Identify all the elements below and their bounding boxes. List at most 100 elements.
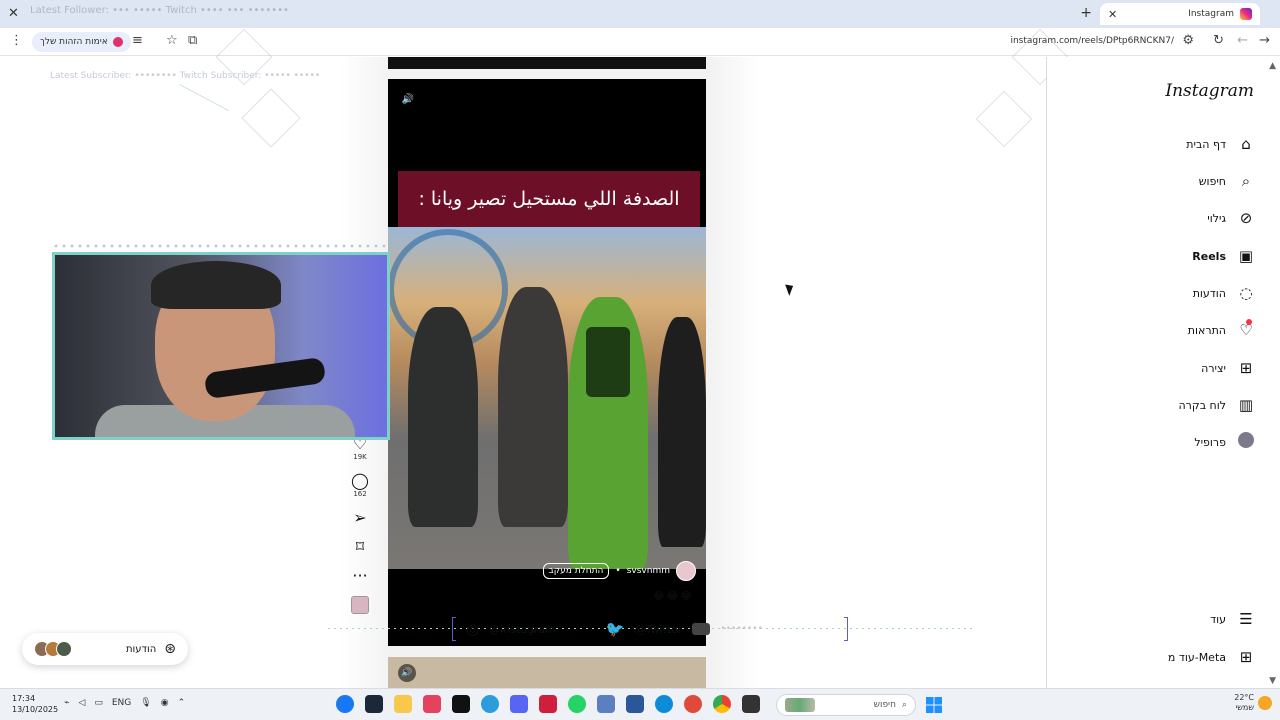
instagram-icon: ◎ [466,620,480,638]
edge-icon[interactable] [655,695,673,713]
stream-social-bar: ◎ @instagram 🐦 @Twitter •••••••• [452,616,848,642]
taskbar-clock[interactable]: 17:34 13/10/2025 [12,693,58,715]
search-thumbnail [785,698,815,712]
sidebar-item-dashboard[interactable]: לוח בקרה ▥ [1179,393,1257,417]
sidebar-item-more-meta[interactable]: עוד מ-Meta ⊞ [1168,645,1256,669]
sidebar-item-search[interactable]: חיפוש ⌕ [1199,169,1256,193]
follow-button[interactable]: התחלת מעקב [542,563,610,579]
instagram-handle: @instagram [489,622,556,636]
language-indicator[interactable]: ENG [112,698,131,708]
battery-icon[interactable]: ▭ [94,698,103,708]
tiktok-icon[interactable] [452,695,470,713]
steam-icon[interactable] [365,695,383,713]
scroll-up-icon[interactable]: ▲ [1269,61,1276,71]
app-blue-icon[interactable] [481,695,499,713]
sidebar-item-explore[interactable]: גילוי ⊘ [1207,206,1256,230]
instagram-favicon-icon [1240,8,1252,20]
close-window-icon[interactable]: ✕ [8,6,19,21]
save-action[interactable]: ⌑ [356,538,364,556]
home-icon: ⌂ [1241,135,1251,153]
bookmark-icon[interactable]: ⌑ [356,538,364,556]
author-avatar[interactable] [676,561,696,581]
site-settings-icon[interactable]: ⚙ [1182,33,1194,48]
comment-action[interactable]: ◯ 162 [351,472,369,499]
sidebar-item-messages[interactable]: הודעות ◌ [1193,281,1256,305]
mic-icon[interactable]: 🎙 [140,698,151,708]
weather-widget[interactable]: 22°C שמשי [1234,693,1272,713]
sidebar-item-reels[interactable]: Reels ▣ [1192,244,1256,268]
app-orange-icon[interactable] [684,695,702,713]
new-tab-button[interactable]: + [1080,5,1092,21]
sun-icon [1258,696,1272,710]
app-icon[interactable]: ◉ [161,698,169,708]
tray-expand-icon[interactable]: ⌃ [178,698,186,708]
instagram-reels-page: Latest Subscriber: •••••••• Twitch Subsc… [0,28,1280,688]
overlay-follower-text: Latest Follower: ••• ••••• Twitch •••• •… [30,5,289,16]
identity-pill[interactable]: אימות הזהות שלך [32,32,131,52]
back-icon[interactable]: → [1259,33,1270,48]
menu-dots-icon[interactable]: ⋮ [10,33,23,48]
twitter-handle: @Twitter [634,622,683,636]
bookmark-star-icon[interactable]: ☆ [166,33,178,48]
volume-icon[interactable]: ◁ [78,698,85,708]
reel-author: התחלת מעקב • svsvnmm [542,561,696,581]
calculator-icon[interactable] [597,695,615,713]
facebook-icon[interactable] [336,695,354,713]
streamer-cap [151,261,281,309]
more-icon[interactable]: ··· [352,567,367,585]
reload-icon[interactable]: ↻ [1213,33,1224,48]
identity-avatar-icon [112,37,123,47]
system-tray: ⌁ ◁ ▭ ENG 🎙 ◉ ⌃ [64,698,185,708]
reels-icon: ▣ [1238,247,1254,265]
search-icon: ⌕ [1241,172,1251,190]
search-placeholder: חיפוש [873,700,896,710]
browser-tab-instagram[interactable]: ✕ Instagram [1100,3,1260,25]
sidebar-item-home[interactable]: דף הבית ⌂ [1186,132,1256,156]
comment-icon[interactable]: ◯ [351,472,369,490]
create-icon: ⊞ [1239,359,1253,377]
scroll-down-icon[interactable]: ▼ [1269,676,1276,686]
overlay-diamond-decoration [975,90,1033,148]
chrome-icon[interactable] [713,695,731,713]
youtube-text: •••••••• [720,624,763,634]
reel-scene [388,227,706,569]
discord-icon[interactable] [510,695,528,713]
instagram-logo[interactable]: Instagram [1165,81,1254,101]
sidebar-item-profile[interactable]: פרופיל [1194,430,1256,454]
app-red-icon[interactable] [423,695,441,713]
sidebar-item-notifications[interactable]: התראות ♡ [1188,318,1256,342]
sound-toggle-icon[interactable]: 🔊 [398,89,418,109]
compass-icon: ⊘ [1239,209,1253,227]
app-a-icon[interactable] [539,695,557,713]
messages-pill[interactable]: הודעות ⊛ [22,633,188,665]
share-action[interactable]: ➢ [353,509,366,527]
audio-thumbnail[interactable] [351,596,369,614]
next-reel[interactable]: 🔊 [388,657,706,688]
next-sound-toggle-icon[interactable]: 🔊 [398,664,416,682]
obs-icon[interactable] [742,695,760,713]
sidebar-item-more[interactable]: עוד ☰ [1210,607,1256,631]
folder-icon[interactable] [394,695,412,713]
messenger-icon: ◌ [1239,284,1253,302]
windows-start-icon[interactable] [926,697,942,713]
network-icon[interactable]: ⌁ [64,698,69,708]
tab-close-icon[interactable]: ✕ [1108,8,1117,21]
previous-reel[interactable] [388,57,706,69]
forward-icon[interactable]: ← [1237,33,1248,48]
reel-actions: ♡ 19K ◯ 162 ➢ ⌑ ··· [346,435,374,614]
sidebar-item-create[interactable]: יצירה ⊞ [1201,356,1256,380]
person-dirndl [568,297,648,569]
whatsapp-icon[interactable] [568,695,586,713]
share-icon[interactable]: ➢ [353,509,366,527]
taskbar-search[interactable]: חיפוש ⌕ [776,694,916,716]
person-right [658,317,706,547]
screenshot-icon[interactable]: ⧉ [188,33,197,48]
youtube-icon [692,623,711,635]
store-icon[interactable] [626,695,644,713]
windows-taskbar: 17:34 13/10/2025 ⌁ ◁ ▭ ENG 🎙 ◉ ⌃ חיפוש ⌕ [0,688,1280,720]
reel-video[interactable]: 🔊 الصدفة اللي مستحيل تصير ويانا : התחלת … [388,79,706,646]
more-options[interactable]: ··· [352,567,367,585]
messages-label: הודעות [125,643,157,655]
reading-list-icon[interactable]: ≡ [132,33,143,48]
author-name[interactable]: svsvnmm [627,566,670,576]
